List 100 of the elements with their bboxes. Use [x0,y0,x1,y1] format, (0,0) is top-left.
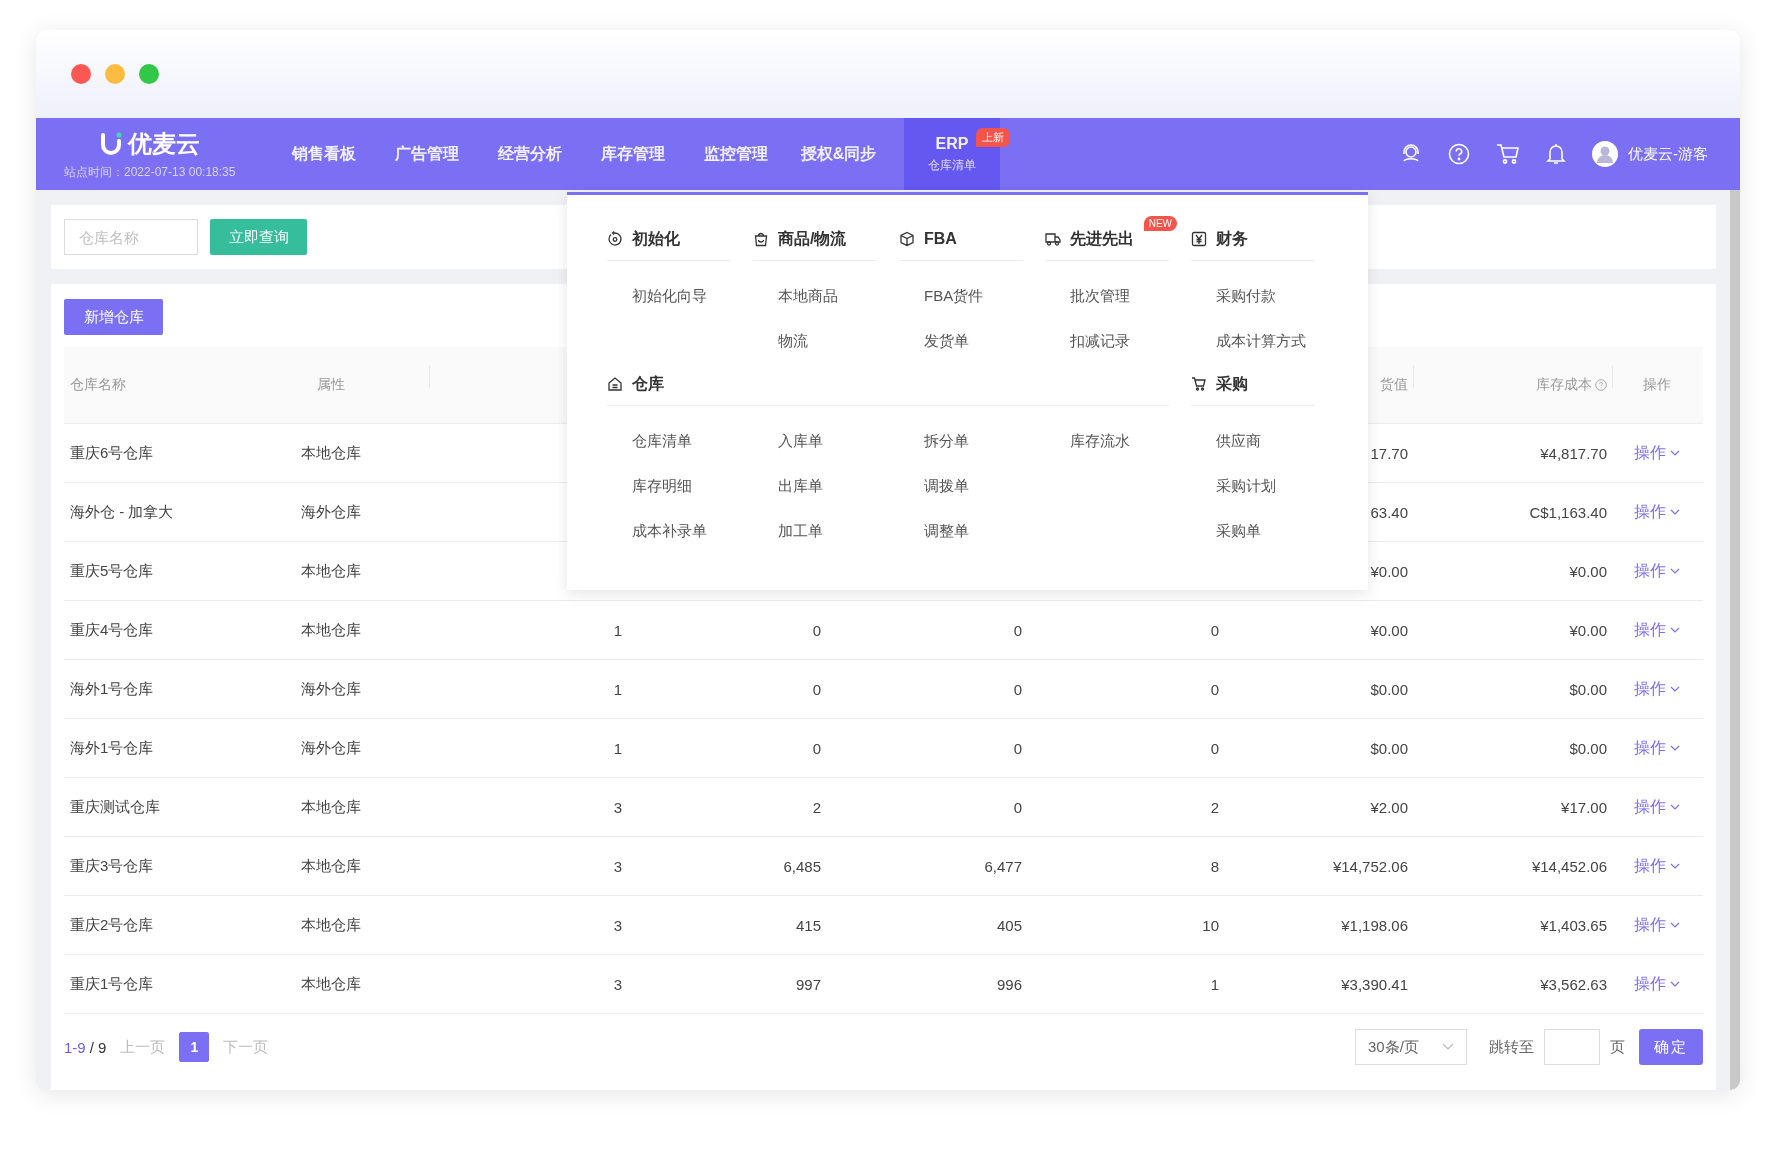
action-link[interactable]: 操作 [1633,560,1680,582]
new-badge: NEW [1143,216,1177,231]
action-link[interactable]: 操作 [1633,973,1680,995]
menu-item[interactable]: 拆分单 [899,418,1023,463]
table-cell: 海外仓 - 加拿大 [70,502,174,520]
bag-icon [753,231,769,247]
nav-tab[interactable]: 库存管理 [581,118,684,190]
table-cell: 0 [812,739,821,757]
table-cell: 0 [1013,739,1022,757]
menu-item[interactable]: 采购单 [1191,508,1315,553]
menu-item[interactable]: 发货单 [899,318,1023,363]
cart-icon[interactable] [1496,143,1520,165]
table-cell: 本地仓库 [301,443,361,461]
menu-item[interactable]: 入库单 [753,418,877,463]
table-cell: 重庆1号仓库 [70,974,154,992]
table-cell: ¥14,752.06 [1332,857,1408,875]
house-icon [607,376,623,392]
menu-item[interactable]: 采购计划 [1191,463,1315,508]
menu-item[interactable]: 物流 [753,318,877,363]
menu-item[interactable]: FBA货件 [899,273,1023,318]
menu-group-title: 商品/物流 [778,228,847,249]
jump-page-field[interactable] [1544,1029,1600,1065]
action-link[interactable]: 操作 [1633,501,1680,523]
menu-item[interactable]: 库存流水 [1045,418,1169,463]
menu-item[interactable]: 成本计算方式 [1191,318,1315,363]
new-badge: 上新 [976,128,1010,147]
jump-label: 跳转至 [1489,1037,1534,1057]
table-cell: 海外仓库 [301,679,361,697]
table-cell: 本地仓库 [301,915,361,933]
table-cell: 本地仓库 [301,856,361,874]
column-header: 仓库名称 [70,376,126,394]
table-cell: 0 [1013,621,1022,639]
table-cell: 2 [1210,798,1219,816]
column-header: 货值 [1380,376,1408,394]
add-warehouse-button[interactable]: 新增仓库 [64,299,163,335]
site-time: 站点时间：2022-07-13 00:18:35 [64,163,237,181]
table-cell: $0.00 [1370,739,1408,757]
table-cell: 0 [1210,621,1219,639]
user-name[interactable]: 优麦云-游客 [1628,144,1708,164]
caret-icon [1669,921,1680,929]
menu-item[interactable]: 出库单 [753,463,877,508]
caret-icon [1669,685,1680,693]
menu-item[interactable]: 扣减记录 [1045,318,1169,363]
bell-icon[interactable] [1546,143,1566,165]
table-cell: 本地仓库 [301,620,361,638]
action-link[interactable]: 操作 [1633,914,1680,936]
avatar-icon[interactable] [1592,141,1618,167]
menu-group-title: 先进先出 [1070,228,1134,249]
table-cell: 重庆3号仓库 [70,856,154,874]
caret-icon [1669,862,1680,870]
table-cell: ¥0.00 [1370,621,1408,639]
nav-tab[interactable]: 经营分析 [478,118,581,190]
action-link[interactable]: 操作 [1633,855,1680,877]
menu-item[interactable]: 批次管理 [1045,273,1169,318]
table-cell: 2 [812,798,821,816]
window-control[interactable] [71,64,91,84]
table-cell: ¥0.00 [1569,621,1607,639]
menu-item[interactable]: 初始化向导 [607,273,731,318]
confirm-button[interactable]: 确定 [1639,1029,1703,1065]
action-link[interactable]: 操作 [1633,737,1680,759]
nav-tab[interactable]: 监控管理 [684,118,787,190]
menu-item[interactable]: 调拨单 [899,463,1023,508]
table-cell: $0.00 [1569,739,1607,757]
caret-icon [1669,980,1680,988]
menu-item[interactable]: 本地商品 [753,273,877,318]
scrollbar[interactable] [1730,190,1740,1090]
table-cell: ¥0.00 [1370,562,1408,580]
table-cell: 997 [795,975,821,993]
menu-item[interactable]: 调整单 [899,508,1023,553]
menu-item[interactable]: 库存明细 [607,463,731,508]
menu-item[interactable]: 成本补录单 [607,508,731,553]
refresh-icon [607,231,623,247]
table-cell: 10 [1202,916,1219,934]
query-button[interactable]: 立即查询 [210,219,307,255]
help-icon[interactable] [1595,379,1607,391]
action-link[interactable]: 操作 [1633,678,1680,700]
table-cell: ¥17.00 [1561,798,1607,816]
menu-item[interactable]: 仓库清单 [607,418,731,463]
nav-tab[interactable]: 授权&同步 [787,118,890,190]
table-cell: 3 [613,798,622,816]
menu-item[interactable]: 采购付款 [1191,273,1315,318]
window-control[interactable] [139,64,159,84]
search-field[interactable]: 仓库名称 [64,219,198,255]
action-link[interactable]: 操作 [1633,619,1680,641]
table-cell: 415 [795,916,821,934]
nav-tab[interactable]: 销售看板 [272,118,375,190]
nav-tab[interactable]: 广告管理 [375,118,478,190]
menu-item[interactable]: 供应商 [1191,418,1315,463]
table-cell: 6,477 [984,857,1022,875]
table-cell: 重庆2号仓库 [70,915,154,933]
action-link[interactable]: 操作 [1633,796,1680,818]
page-size-select[interactable]: 30条/页 [1355,1029,1467,1065]
page-number[interactable]: 1 [179,1032,210,1062]
menu-group-title: 采购 [1216,373,1248,394]
table-cell: 重庆测试仓库 [70,797,160,815]
table-cell: 0 [812,680,821,698]
page-unit: 页 [1610,1037,1625,1057]
action-link[interactable]: 操作 [1633,442,1680,464]
menu-item[interactable]: 加工单 [753,508,877,553]
window-control[interactable] [105,64,125,84]
